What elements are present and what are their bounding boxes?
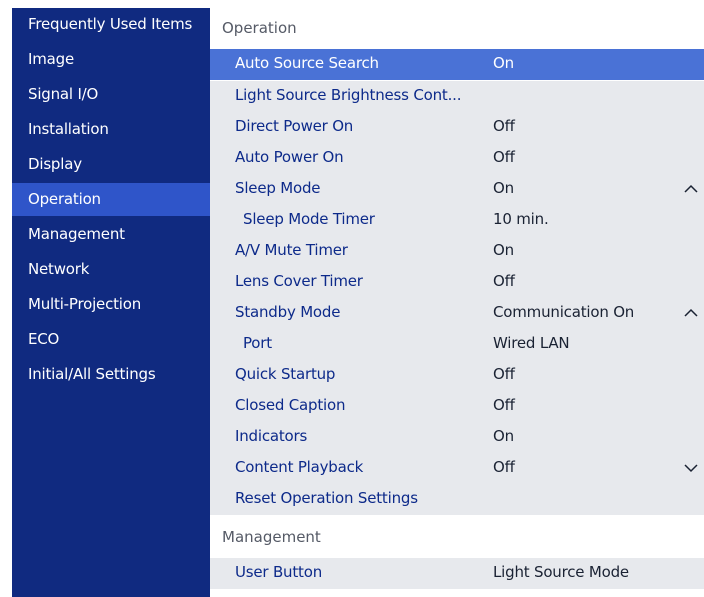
row-label: Closed Caption — [235, 396, 346, 414]
row-value: On — [493, 179, 514, 197]
sidebar-item-image[interactable]: Image — [12, 43, 210, 76]
row-value: Off — [493, 148, 515, 166]
row-value: Off — [493, 396, 515, 414]
row-label: Content Playback — [235, 458, 364, 476]
row-label: Port — [243, 334, 272, 352]
settings-panel: Operation Auto Source Search On Light So… — [210, 8, 704, 597]
chevron-up-icon[interactable] — [684, 182, 698, 196]
sidebar-item-display[interactable]: Display — [12, 148, 210, 181]
menu-row-light-source-brightness[interactable]: Light Source Brightness Cont... — [210, 81, 704, 112]
menu-row-auto-source-search[interactable]: Auto Source Search On — [210, 49, 704, 80]
row-value: Wired LAN — [493, 334, 570, 352]
row-label: Auto Power On — [235, 148, 344, 166]
row-label: A/V Mute Timer — [235, 241, 348, 259]
row-value: On — [493, 54, 514, 72]
sidebar-item-label: Network — [28, 260, 90, 278]
menu-row-port[interactable]: Port Wired LAN — [210, 329, 704, 360]
menu-row-auto-power-on[interactable]: Auto Power On Off — [210, 143, 704, 174]
menu-row-sleep-mode[interactable]: Sleep Mode On — [210, 174, 704, 205]
menu-row-quick-startup[interactable]: Quick Startup Off — [210, 360, 704, 391]
menu-row-content-playback[interactable]: Content Playback Off — [210, 453, 704, 484]
row-label: Sleep Mode — [235, 179, 321, 197]
row-value: Off — [493, 117, 515, 135]
menu-row-user-button[interactable]: User Button Light Source Mode — [210, 558, 704, 589]
section-header-operation: Operation — [210, 8, 704, 48]
row-label: Standby Mode — [235, 303, 341, 321]
menu-row-standby-mode[interactable]: Standby Mode Communication On — [210, 298, 704, 329]
row-label: User Button — [235, 563, 323, 581]
row-value: Off — [493, 272, 515, 290]
sidebar-item-multi-projection[interactable]: Multi-Projection — [12, 288, 210, 321]
sidebar-item-label: Frequently Used Items — [28, 15, 193, 33]
sidebar: Frequently Used Items Image Signal I/O I… — [12, 8, 210, 597]
sidebar-item-label: Operation — [28, 190, 101, 208]
chevron-up-icon[interactable] — [684, 306, 698, 320]
section-header-management: Management — [210, 518, 704, 556]
sidebar-item-network[interactable]: Network — [12, 253, 210, 286]
sidebar-item-label: Image — [28, 50, 74, 68]
sidebar-item-installation[interactable]: Installation — [12, 113, 210, 146]
projector-menu: Frequently Used Items Image Signal I/O I… — [12, 8, 704, 597]
sidebar-item-label: Initial/All Settings — [28, 365, 156, 383]
sidebar-item-frequently-used-items[interactable]: Frequently Used Items — [12, 8, 210, 41]
sidebar-item-label: Signal I/O — [28, 85, 99, 103]
row-label: Reset Operation Settings — [235, 489, 418, 507]
menu-row-av-mute-timer[interactable]: A/V Mute Timer On — [210, 236, 704, 267]
sidebar-item-label: Management — [28, 225, 125, 243]
row-value: 10 min. — [493, 210, 549, 228]
sidebar-item-signal-io[interactable]: Signal I/O — [12, 78, 210, 111]
sidebar-item-eco[interactable]: ECO — [12, 323, 210, 356]
sidebar-item-operation[interactable]: Operation — [12, 183, 210, 216]
menu-row-reset-operation-settings[interactable]: Reset Operation Settings — [210, 484, 704, 515]
sidebar-item-label: Multi-Projection — [28, 295, 142, 313]
row-label: Auto Source Search — [235, 54, 379, 72]
sidebar-item-label: ECO — [28, 330, 60, 348]
row-label: Indicators — [235, 427, 308, 445]
row-label: Sleep Mode Timer — [243, 210, 375, 228]
row-label: Lens Cover Timer — [235, 272, 363, 290]
row-label: Direct Power On — [235, 117, 354, 135]
row-value: Off — [493, 458, 515, 476]
sidebar-item-initial-all-settings[interactable]: Initial/All Settings — [12, 358, 210, 391]
menu-row-closed-caption[interactable]: Closed Caption Off — [210, 391, 704, 422]
menu-row-direct-power-on[interactable]: Direct Power On Off — [210, 112, 704, 143]
row-value: On — [493, 427, 514, 445]
chevron-down-icon[interactable] — [684, 461, 698, 475]
row-value: Light Source Mode — [493, 563, 629, 581]
menu-row-sleep-mode-timer[interactable]: Sleep Mode Timer 10 min. — [210, 205, 704, 236]
row-label: Quick Startup — [235, 365, 336, 383]
row-value: Communication On — [493, 303, 635, 321]
row-value: Off — [493, 365, 515, 383]
sidebar-item-label: Installation — [28, 120, 109, 138]
sidebar-item-management[interactable]: Management — [12, 218, 210, 251]
row-label: Light Source Brightness Cont... — [235, 86, 462, 104]
menu-row-lens-cover-timer[interactable]: Lens Cover Timer Off — [210, 267, 704, 298]
menu-row-indicators[interactable]: Indicators On — [210, 422, 704, 453]
sidebar-item-label: Display — [28, 155, 82, 173]
row-value: On — [493, 241, 514, 259]
